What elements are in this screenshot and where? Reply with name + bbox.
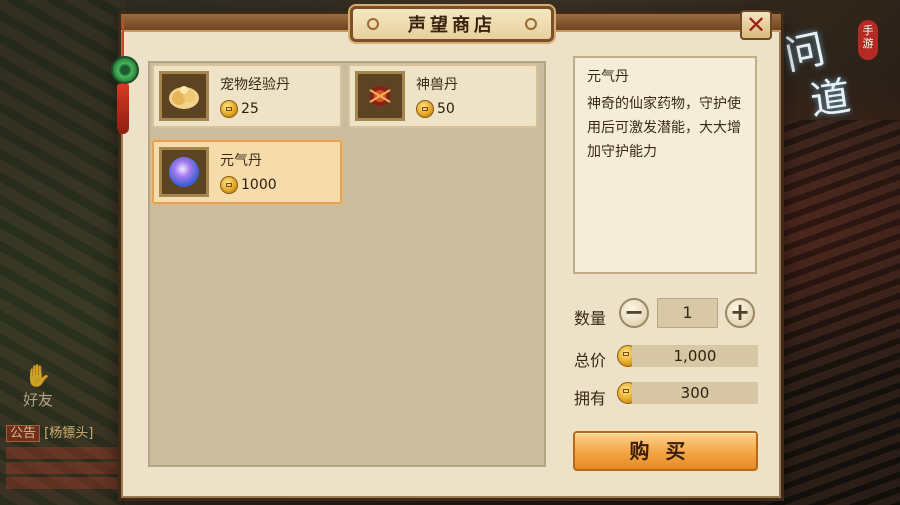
item-card-spirit-pill[interactable]: 元气丹 1000 <box>152 140 342 204</box>
item-price: 50 <box>416 100 455 118</box>
spirit-orb-icon <box>159 147 209 197</box>
close-button[interactable]: ✕ <box>740 10 772 40</box>
quantity-label: 数量 <box>574 309 607 328</box>
jade-pendant-icon <box>107 20 139 135</box>
quantity-decrease-button[interactable]: − <box>619 298 649 328</box>
coin-icon <box>220 100 238 118</box>
logo-badge: 手游 <box>858 20 878 60</box>
chat-line-blurred <box>6 477 124 489</box>
owned-value: 300 <box>632 382 758 404</box>
title-plate: 声望商店 <box>350 6 554 42</box>
item-card-beast-pill[interactable]: 神兽丹 50 <box>348 64 538 128</box>
ornament-icon <box>525 18 537 30</box>
item-price-value: 1000 <box>241 177 277 193</box>
quantity-input[interactable]: 1 <box>657 298 718 328</box>
item-name: 元气丹 <box>220 153 262 169</box>
item-name: 宠物经验丹 <box>220 77 290 93</box>
scenery-right <box>760 120 900 505</box>
total-price-value: 1,000 <box>632 345 758 367</box>
coin-icon <box>220 176 238 194</box>
detail-description: 神奇的仙家药物，守护使用后可激发潜能，大大增加守护能力 <box>587 96 741 160</box>
friends-button[interactable]: ✋ 好友 <box>14 362 62 410</box>
buy-button[interactable]: 购买 <box>573 431 758 471</box>
item-price: 1000 <box>220 176 277 194</box>
detail-item-name: 元气丹 <box>587 69 629 85</box>
friends-label: 好友 <box>22 391 53 409</box>
chat-line-blurred <box>6 447 124 459</box>
item-detail-panel: 元气丹 神奇的仙家药物，守护使用后可激发潜能，大大增加守护能力 <box>573 56 757 274</box>
game-logo: 问 道 手游 <box>780 14 878 125</box>
ornament-icon <box>367 18 379 30</box>
chat-sender: [杨镖头] <box>44 426 94 441</box>
coin-icon <box>416 100 434 118</box>
chat-tag: 公告 <box>6 425 41 442</box>
chat-log <box>6 444 124 492</box>
chat-line-blurred <box>6 462 124 474</box>
gourd-pill-icon <box>159 71 209 121</box>
page-title: 声望商店 <box>408 15 496 36</box>
item-card-pet-exp-pill[interactable]: 宠物经验丹 25 <box>152 64 342 128</box>
quantity-increase-button[interactable]: + <box>725 298 755 328</box>
item-name: 神兽丹 <box>416 77 458 93</box>
owned-label: 拥有 <box>574 389 607 408</box>
item-price-value: 25 <box>241 101 259 117</box>
chat-line: 公告 [杨镖头] <box>6 422 94 442</box>
logo-char-2: 道 <box>807 73 854 125</box>
beast-pill-icon <box>355 71 405 121</box>
item-price: 25 <box>220 100 259 118</box>
item-price-value: 50 <box>437 101 455 117</box>
handshake-icon: ✋ <box>24 364 52 389</box>
total-price-label: 总价 <box>574 351 607 370</box>
